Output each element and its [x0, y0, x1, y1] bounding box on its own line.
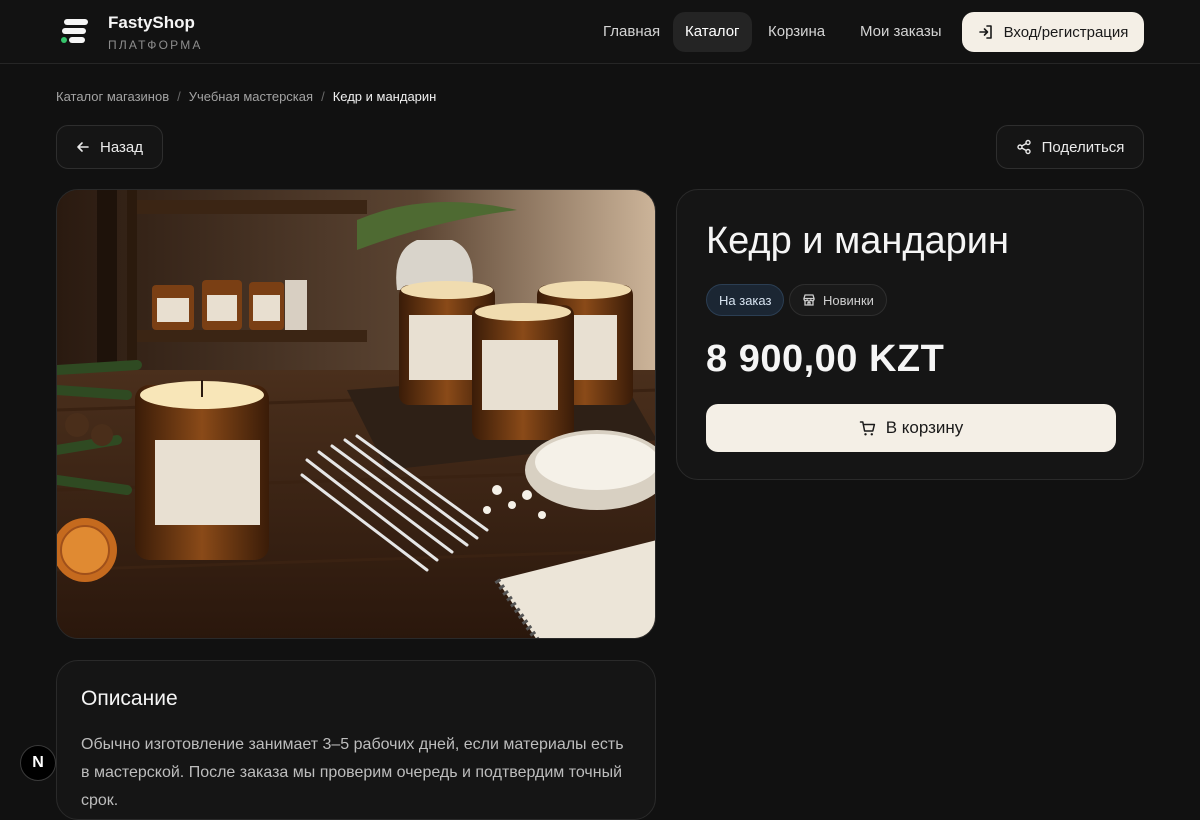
product-price: 8 900,00 KZT — [706, 338, 945, 380]
tag-label: На заказ — [719, 292, 772, 308]
brand-name[interactable]: FastyShop — [108, 13, 195, 33]
cart-icon — [859, 420, 875, 435]
arrow-left-icon — [77, 142, 89, 152]
nav-cart[interactable]: Корзина — [756, 12, 837, 52]
description-title: Описание — [81, 687, 178, 710]
cart-label: В корзину — [885, 418, 964, 437]
back-button[interactable]: Назад — [56, 125, 163, 169]
nav-my-orders[interactable]: Мои заказы — [848, 12, 954, 52]
dev-tools-button[interactable]: N — [20, 745, 56, 781]
breadcrumb-separator: / — [321, 89, 325, 104]
add-to-cart-button[interactable]: В корзину — [706, 404, 1116, 452]
share-label: Поделиться — [1041, 138, 1125, 156]
breadcrumb-item-current: Кедр и мандарин — [332, 89, 437, 104]
description-text: Обычно изготовление занимает 3–5 рабочих… — [81, 736, 624, 809]
description-card: Описание Обычно изготовление занимает 3–… — [56, 660, 656, 820]
breadcrumb-item-shop[interactable]: Учебная мастерская — [189, 89, 313, 104]
product-image[interactable] — [56, 189, 656, 639]
share-icon — [1016, 139, 1031, 155]
store-icon — [803, 294, 815, 306]
product-title: Кедр и мандарин — [706, 220, 1009, 262]
login-label: Вход/регистрация — [1003, 23, 1129, 41]
nav-home[interactable]: Главная — [591, 12, 672, 52]
logo-icon[interactable] — [60, 16, 92, 46]
product-info-card: Кедр и мандарин На заказ Новинки 8 900,0… — [676, 189, 1144, 480]
tag-made-to-order[interactable]: На заказ — [706, 284, 785, 316]
breadcrumb-item-catalog[interactable]: Каталог магазинов — [56, 89, 169, 104]
back-label: Назад — [100, 138, 143, 156]
top-header: FastyShop ПЛАТФОРМА Главная Каталог Корз… — [0, 0, 1200, 64]
share-button[interactable]: Поделиться — [996, 125, 1144, 169]
nav-catalog[interactable]: Каталог — [673, 12, 752, 52]
tag-new-arrivals[interactable]: Новинки — [789, 284, 887, 316]
tag-label: Новинки — [823, 292, 874, 308]
brand-subtitle: ПЛАТФОРМА — [108, 38, 203, 52]
breadcrumb: Каталог магазинов / Учебная мастерская /… — [56, 89, 436, 104]
candles-photo — [57, 190, 655, 638]
breadcrumb-separator: / — [177, 89, 181, 104]
login-button[interactable]: Вход/регистрация — [962, 12, 1144, 52]
login-icon — [978, 25, 992, 39]
